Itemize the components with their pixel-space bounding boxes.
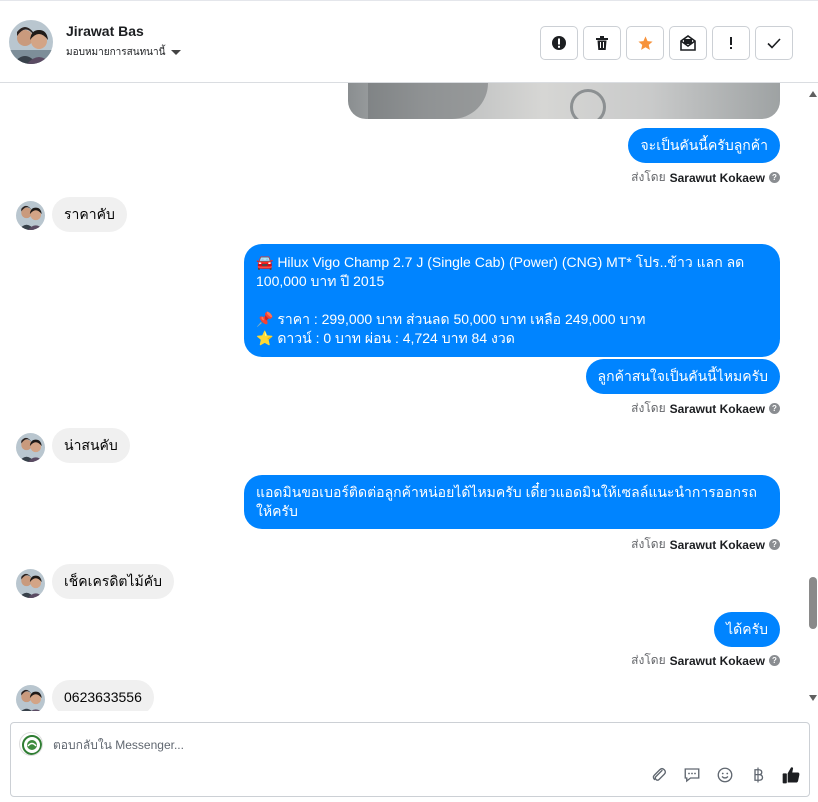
incoming-message[interactable]: เช็คเครดิตไม้คับ [52, 564, 175, 599]
assign-conversation-dropdown[interactable]: มอบหมายการสนทนานี้ [66, 45, 182, 60]
outgoing-message[interactable]: จะเป็นคันนี้ครับลูกค้า [628, 128, 780, 163]
done-icon [767, 38, 781, 49]
avatar [16, 569, 45, 598]
conversation-actions [540, 26, 793, 60]
sent-by-label: ส่งโดย Sarawut Kokaew ? [631, 399, 780, 418]
messenger-inbox-thread: Jirawat Bas มอบหมายการสนทนานี้ จะเป็นคัน… [0, 0, 818, 802]
outgoing-message[interactable]: 🚘 Hilux Vigo Champ 2.7 J (Single Cab) (P… [244, 244, 780, 357]
sender-name: Sarawut Kokaew [669, 401, 765, 416]
scroll-down-arrow-icon[interactable] [809, 695, 817, 701]
saved-reply-icon [684, 768, 700, 783]
incoming-message[interactable]: น่าสนคับ [52, 428, 130, 463]
scroll-up-arrow-icon[interactable] [809, 91, 817, 97]
incoming-message[interactable]: ราคาคับ [52, 197, 127, 232]
star-icon [637, 35, 653, 50]
image-attachment[interactable] [348, 83, 780, 119]
help-icon[interactable]: ? [769, 539, 780, 550]
delete-button[interactable] [583, 26, 621, 60]
unread-icon [680, 35, 696, 51]
sent-by-label: ส่งโดย Sarawut Kokaew ? [631, 168, 780, 187]
sender-name: Sarawut Kokaew [669, 170, 765, 185]
mark-done-button[interactable] [755, 26, 793, 60]
scrollbar-thumb[interactable] [809, 577, 817, 629]
avatar [16, 685, 45, 711]
caret-down-icon [171, 50, 182, 55]
avatar [16, 201, 45, 230]
message-line: ⭐ ดาวน์ : 0 บาท ผ่อน : 4,724 บาท 84 งวด [256, 330, 515, 346]
sent-by-label: ส่งโดย Sarawut Kokaew ? [631, 535, 780, 554]
outgoing-message[interactable]: ได้ครับ [714, 612, 780, 647]
sender-name: Sarawut Kokaew [669, 653, 765, 668]
sent-by-prefix: ส่งโดย [631, 401, 666, 415]
attachment-icon [652, 767, 667, 781]
help-icon[interactable]: ? [769, 172, 780, 183]
reply-input[interactable] [53, 735, 753, 755]
mark-important-button[interactable] [712, 26, 750, 60]
assign-label: มอบหมายการสนทนานี้ [66, 47, 166, 58]
message-line: 🚘 Hilux Vigo Champ 2.7 J (Single Cab) (P… [256, 254, 745, 289]
star-button[interactable] [626, 26, 664, 60]
sender-name: Sarawut Kokaew [669, 537, 765, 552]
incoming-message[interactable]: 0623633556 [52, 680, 154, 711]
like-icon [782, 767, 800, 784]
thread-scrollbar[interactable] [808, 83, 818, 711]
sent-by-prefix: ส่งโดย [631, 537, 666, 551]
avatar [16, 433, 45, 462]
mark-unread-button[interactable] [669, 26, 707, 60]
outgoing-message[interactable]: ลูกค้าสนใจเป็นคันนี้ไหมครับ [585, 359, 780, 394]
spam-icon [552, 36, 566, 50]
payment-button[interactable] [748, 765, 768, 785]
contact-avatar[interactable] [9, 20, 53, 64]
emoji-button[interactable] [715, 765, 735, 785]
trash-icon [596, 36, 608, 50]
conversation-header: Jirawat Bas มอบหมายการสนทนานี้ [0, 0, 818, 83]
message-line [256, 291, 768, 310]
mark-spam-button[interactable] [540, 26, 578, 60]
outgoing-message[interactable]: แอดมินขอเบอร์ติดต่อลูกค้าหน่อยได้ไหมครับ… [244, 475, 780, 529]
sent-by-prefix: ส่งโดย [631, 653, 666, 667]
message-thread[interactable]: จะเป็นคันนี้ครับลูกค้า ส่งโดย Sarawut Ko… [0, 83, 808, 711]
baht-payment-icon [754, 767, 764, 783]
emoji-icon [717, 767, 733, 783]
help-icon[interactable]: ? [769, 403, 780, 414]
reply-composer [10, 722, 810, 797]
send-like-button[interactable] [781, 765, 801, 785]
contact-name[interactable]: Jirawat Bas [66, 23, 144, 39]
sent-by-prefix: ส่งโดย [631, 170, 666, 184]
help-icon[interactable]: ? [769, 655, 780, 666]
sent-by-label: ส่งโดย Sarawut Kokaew ? [631, 651, 780, 670]
composer-tools [649, 765, 801, 785]
page-avatar [19, 732, 43, 756]
saved-reply-button[interactable] [682, 765, 702, 785]
attach-file-button[interactable] [649, 765, 669, 785]
message-line: 📌 ราคา : 299,000 บาท ส่วนลด 50,000 บาท เ… [256, 311, 646, 327]
important-icon [730, 37, 732, 49]
